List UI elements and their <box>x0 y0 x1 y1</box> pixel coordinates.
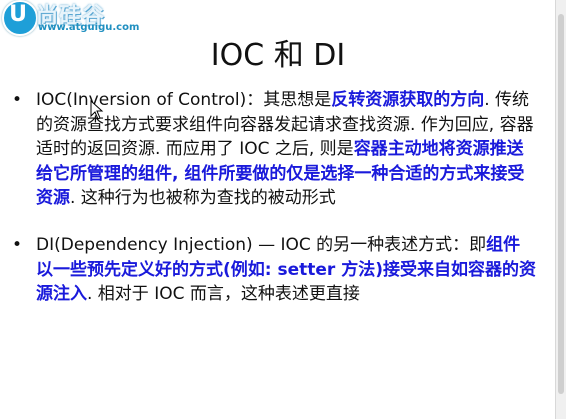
scrollbar-thumb[interactable] <box>558 14 564 394</box>
bullet-dot-icon: • <box>12 90 23 110</box>
bullet-ioc: • IOC(Inversion of Control)：其思想是反转资源获取的方… <box>12 88 536 211</box>
highlighted-text: 反转资源获取的方向 <box>331 90 485 110</box>
logo-mark: U <box>9 2 27 27</box>
body-text: . 这种行为也被称为查找的被动形式 <box>70 188 336 208</box>
body-text: . 相对于 IOC 而言，这种表述更直接 <box>87 284 360 304</box>
bullet-ioc-text: IOC(Inversion of Control)：其思想是反转资源获取的方向.… <box>36 90 534 208</box>
slide: U 尚硅谷 www.atguigu.com IOC 和 DI • IOC(Inv… <box>0 0 556 419</box>
bullet-di: • DI(Dependency Injection) — IOC 的另一种表述方… <box>12 233 536 307</box>
bullet-dot-icon: • <box>12 235 23 255</box>
bullet-di-text: DI(Dependency Injection) — IOC 的另一种表述方式：… <box>36 235 536 304</box>
body-text: IOC(Inversion of Control)：其思想是 <box>36 90 332 110</box>
mouse-cursor-icon <box>90 100 104 120</box>
vertical-scrollbar[interactable] <box>555 0 566 419</box>
slide-title: IOC 和 DI <box>210 38 346 73</box>
body-text: DI(Dependency Injection) — IOC 的另一种表述方式：… <box>36 235 487 255</box>
